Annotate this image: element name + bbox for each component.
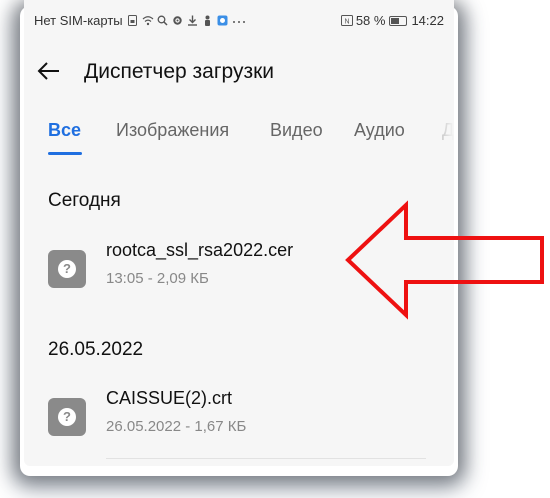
search-icon xyxy=(157,15,168,26)
back-arrow-icon[interactable] xyxy=(36,58,62,84)
unknown-file-icon: ? xyxy=(48,398,86,436)
question-mark-icon: ? xyxy=(58,408,76,426)
unknown-file-icon: ? xyxy=(48,250,86,288)
person-icon xyxy=(202,15,213,26)
section-header-today: Сегодня xyxy=(48,190,121,211)
screenshot-canvas: Нет SIM-карты N 58 % 14:22 Диспетчер заг… xyxy=(0,0,550,498)
status-bar-left: Нет SIM-карты xyxy=(34,13,246,28)
tab-images[interactable]: Изображения xyxy=(116,120,229,141)
section-header-date: 26.05.2022 xyxy=(48,339,144,360)
settings-icon xyxy=(172,15,183,26)
status-bar-right: N 58 % 14:22 xyxy=(340,13,444,28)
nfc-icon: N xyxy=(340,15,353,26)
file-meta: 26.05.2022 - 1,67 КБ xyxy=(106,418,247,435)
battery-icon xyxy=(389,15,408,26)
clock: 14:22 xyxy=(411,13,444,28)
battery-percent: 58 % xyxy=(355,13,386,28)
status-bar: Нет SIM-карты N 58 % 14:22 xyxy=(24,0,454,40)
download-item[interactable]: ? CAISSUE(2).crt 26.05.2022 - 1,67 КБ xyxy=(24,384,454,454)
tab-active-indicator xyxy=(48,152,82,155)
list-divider xyxy=(106,458,426,459)
download-icon xyxy=(187,15,198,26)
app-icon xyxy=(217,15,228,26)
sim-icon xyxy=(127,15,138,26)
wifi-icon xyxy=(142,15,154,26)
tab-video[interactable]: Видео xyxy=(270,120,323,141)
category-tabs: Все Изображения Видео Аудио Д xyxy=(24,116,454,156)
question-mark-icon: ? xyxy=(58,260,76,278)
svg-text:N: N xyxy=(344,19,349,26)
page-title: Диспетчер загрузки xyxy=(84,60,275,83)
app-bar: Диспетчер загрузки xyxy=(24,44,454,100)
file-name: CAISSUE(2).crt xyxy=(106,388,233,408)
carrier-text: Нет SIM-карты xyxy=(34,13,123,28)
red-arrow-annotation xyxy=(345,200,544,320)
file-meta: 13:05 - 2,09 КБ xyxy=(106,270,209,287)
tab-all[interactable]: Все xyxy=(48,120,81,141)
file-name: rootca_ssl_rsa2022.cer xyxy=(106,240,294,260)
more-icon xyxy=(232,15,246,26)
tab-overflow-fade xyxy=(414,116,454,156)
tab-audio[interactable]: Аудио xyxy=(354,120,405,141)
